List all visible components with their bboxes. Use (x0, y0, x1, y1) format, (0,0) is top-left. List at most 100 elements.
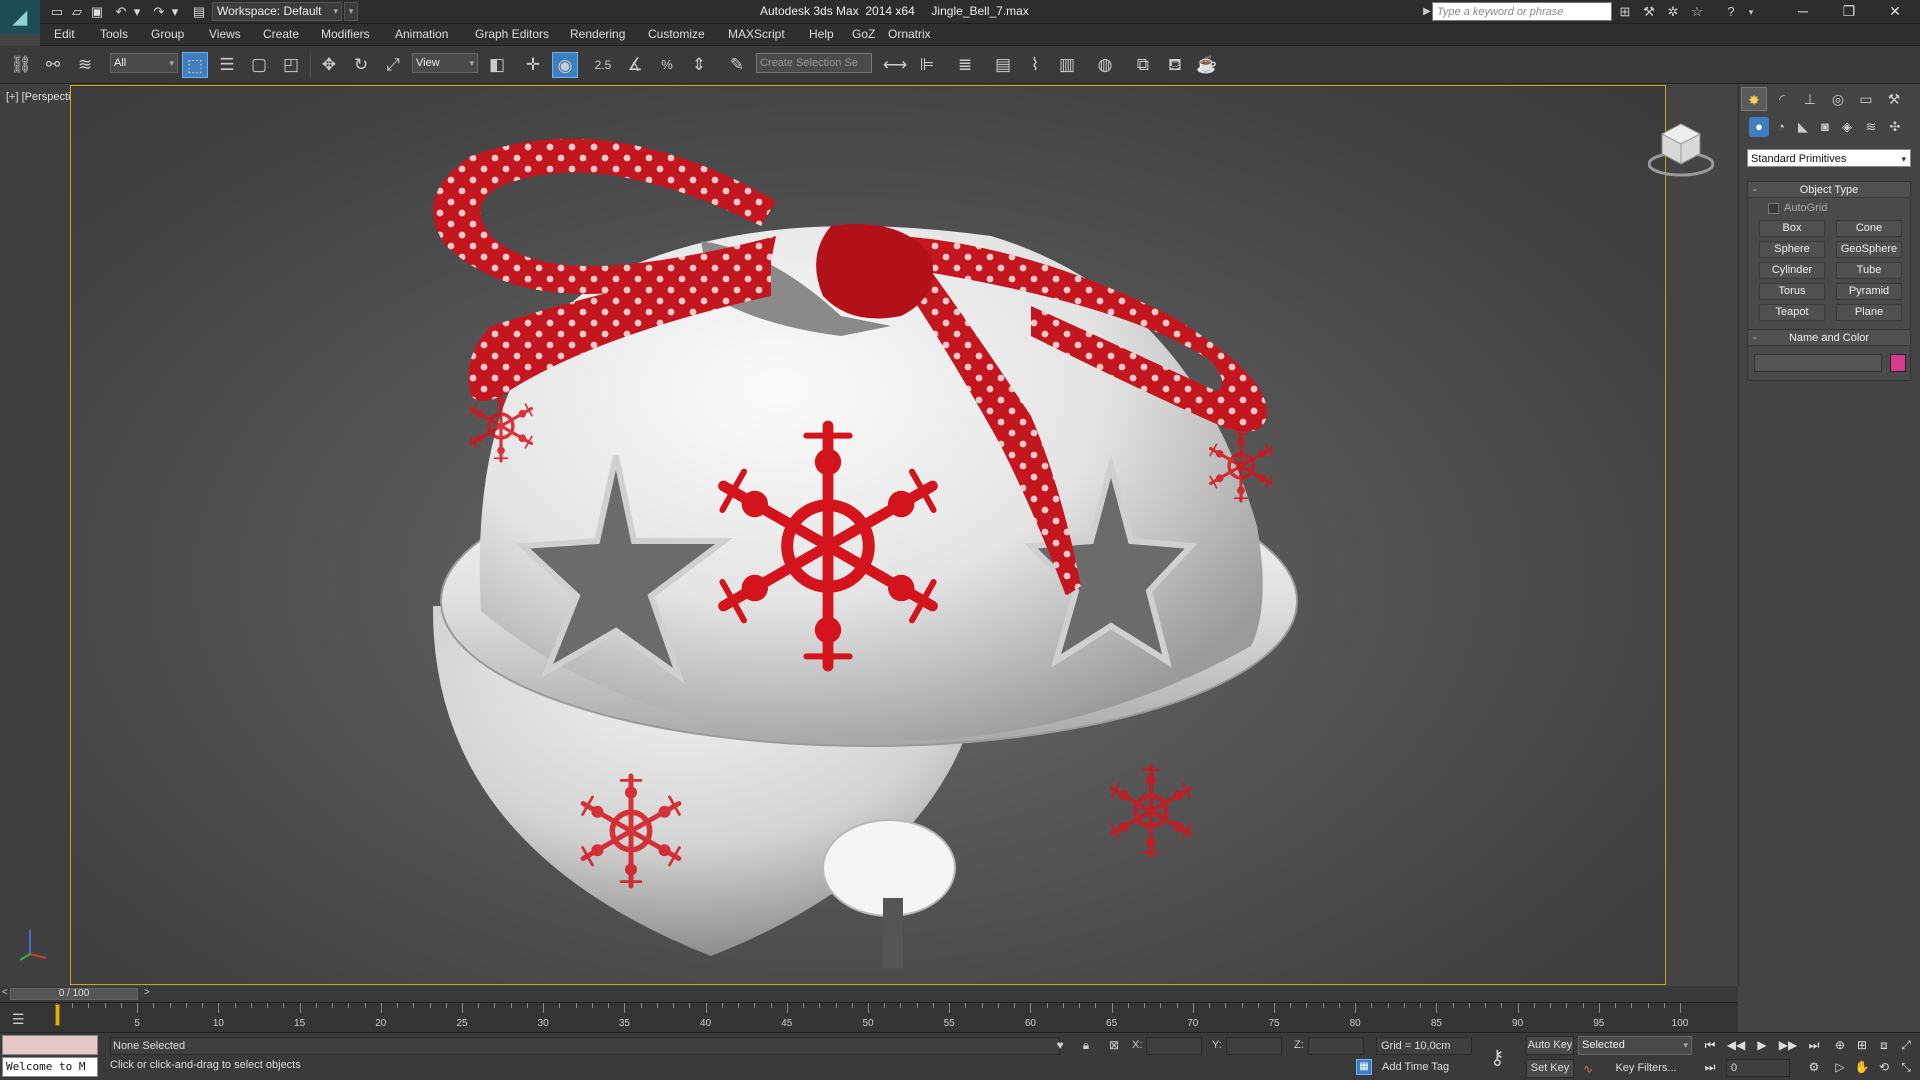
track-bar[interactable]: ☰ 5 10 15 20 25 30 35 40 45 50 55 60 65 70 75 80 85 90 95 1… (0, 1002, 1738, 1032)
select-by-name-icon[interactable]: ☰ (214, 52, 240, 78)
time-slider[interactable]: < 0 / 100 > (0, 986, 1738, 1002)
display-tab-icon[interactable]: ▭ (1853, 87, 1879, 111)
time-slider-thumb[interactable]: 0 / 100 (10, 988, 138, 1000)
add-time-tag-button[interactable]: Add Time Tag (1382, 1061, 1449, 1073)
layer-manager-icon[interactable]: ≣ (952, 52, 978, 78)
angle-snap-icon[interactable]: ∡ (622, 52, 648, 78)
graphite-toggle-icon[interactable]: ▤ (990, 52, 1016, 78)
primitive-category-dropdown[interactable]: Standard Primitives ▾ (1747, 149, 1911, 167)
key-mode-dropdown[interactable]: Selected ▾ (1578, 1036, 1692, 1055)
menu-graph-editors[interactable]: Graph Editors (475, 27, 549, 41)
rectangular-selection-icon[interactable]: ▢ (246, 52, 272, 78)
name-and-color-header[interactable]: - Name and Color (1748, 330, 1910, 346)
render-production-icon[interactable]: ☕ (1194, 52, 1220, 78)
current-frame-input[interactable]: 0 (1726, 1059, 1790, 1077)
save-file-icon[interactable]: ▣ (88, 3, 106, 21)
select-object-icon[interactable]: ⬚ (182, 52, 208, 78)
undo-dropdown-icon[interactable]: ▾ (128, 3, 146, 21)
space-warps-category-icon[interactable]: ≋ (1861, 117, 1881, 137)
previous-frame-icon[interactable]: ◀◀ (1726, 1035, 1746, 1055)
percent-snap-icon[interactable]: % (654, 52, 680, 78)
zoom-all-icon[interactable]: ⊞ (1852, 1035, 1872, 1055)
menu-help[interactable]: Help (809, 27, 834, 41)
next-frame-icon[interactable]: ▶▶ (1778, 1035, 1798, 1055)
menu-goz[interactable]: GoZ (852, 27, 875, 41)
infocenter-search-input[interactable]: Type a keyword or phrase (1432, 2, 1612, 21)
utilities-tab-icon[interactable]: ⚒ (1881, 87, 1907, 111)
rotate-icon[interactable]: ↻ (348, 52, 374, 78)
current-frame-marker[interactable] (55, 1004, 60, 1026)
select-manipulate-icon[interactable]: ✛ (520, 52, 546, 78)
pan-view-icon[interactable]: ✋ (1852, 1057, 1872, 1077)
zoom-icon[interactable]: ⊕ (1830, 1035, 1850, 1055)
open-file-icon[interactable]: ▱ (68, 3, 86, 21)
help-icon[interactable]: ? (1722, 3, 1740, 21)
lights-category-icon[interactable]: ◣ (1793, 117, 1813, 137)
helpers-category-icon[interactable]: ◈ (1837, 117, 1857, 137)
material-editor-icon[interactable]: ◍ (1092, 52, 1118, 78)
binoculars-icon[interactable]: ⊞ (1616, 3, 1634, 21)
favorites-star-icon[interactable]: ☆ (1688, 3, 1706, 21)
window-crossing-icon[interactable]: ◰ (278, 52, 304, 78)
snaps-toggle-icon[interactable]: 2.5 (590, 52, 616, 78)
subscription-icon[interactable]: ⚒ (1640, 3, 1658, 21)
selection-lock-icon[interactable]: 🔒︎ (1078, 1037, 1094, 1053)
menu-ornatrix[interactable]: Ornatrix (888, 27, 931, 41)
object-color-swatch[interactable] (1890, 354, 1906, 372)
workspace-dropdown[interactable]: Workspace: Default ▾ (212, 2, 342, 21)
communication-center-icon[interactable]: ✲ (1664, 3, 1682, 21)
edit-named-selection-icon[interactable]: ✎ (724, 52, 750, 78)
tube-button[interactable]: Tube (1836, 262, 1902, 279)
sphere-button[interactable]: Sphere (1759, 241, 1825, 258)
time-slider-prev-icon[interactable]: < (2, 987, 8, 998)
curve-editor-icon[interactable]: ⌇ (1022, 52, 1048, 78)
autogrid-checkbox[interactable] (1768, 203, 1779, 214)
shapes-category-icon[interactable]: ◔ (1771, 117, 1791, 137)
restore-icon[interactable]: ❐ (1826, 0, 1872, 24)
render-setup-icon[interactable]: ⧉ (1130, 52, 1156, 78)
object-name-input[interactable] (1754, 354, 1882, 372)
isolate-selection-icon[interactable]: ♥ (1052, 1037, 1068, 1053)
rendered-frame-window-icon[interactable]: ⛾ (1162, 52, 1188, 78)
reference-coordinate-dropdown[interactable]: View ▾ (412, 53, 478, 73)
spinner-snap-icon[interactable]: ⇕ (686, 52, 712, 78)
z-coordinate-input[interactable] (1308, 1037, 1364, 1055)
goto-start-icon[interactable]: ⏮ (1700, 1035, 1720, 1055)
minimize-icon[interactable]: ─ (1780, 0, 1826, 24)
box-button[interactable]: Box (1759, 220, 1825, 237)
geosphere-button[interactable]: GeoSphere (1836, 241, 1902, 258)
time-slider-next-icon[interactable]: > (144, 987, 150, 998)
align-icon[interactable]: ⊫ (914, 52, 940, 78)
pyramid-button[interactable]: Pyramid (1836, 283, 1902, 300)
time-tag-icon[interactable]: ▦ (1356, 1059, 1372, 1075)
menu-create[interactable]: Create (263, 27, 299, 41)
default-tangents-icon[interactable]: ∿ (1580, 1061, 1596, 1077)
named-selection-sets-input[interactable]: Create Selection Se (756, 53, 872, 73)
key-mode-toggle-icon[interactable]: ⏭ (1700, 1057, 1720, 1077)
mini-curve-editor-icon[interactable]: ☰ (12, 1011, 25, 1028)
project-folder-icon[interactable]: ▤ (190, 3, 208, 21)
absolute-transform-icon[interactable]: ⊠ (1106, 1037, 1122, 1053)
object-type-header[interactable]: - Object Type (1748, 182, 1910, 198)
bind-space-warp-icon[interactable]: ≋ (72, 52, 98, 78)
move-icon[interactable]: ✥ (316, 52, 342, 78)
teapot-button[interactable]: Teapot (1759, 304, 1825, 321)
selection-filter-dropdown[interactable]: All ▾ (110, 53, 178, 73)
cylinder-button[interactable]: Cylinder (1759, 262, 1825, 279)
menu-edit[interactable]: Edit (54, 27, 75, 41)
geometry-category-icon[interactable]: ● (1749, 117, 1769, 137)
hierarchy-tab-icon[interactable]: ⊥ (1797, 87, 1823, 111)
close-icon[interactable]: ✕ (1872, 0, 1918, 24)
cone-button[interactable]: Cone (1836, 220, 1902, 237)
auto-key-button[interactable]: Auto Key (1526, 1036, 1574, 1055)
schematic-view-icon[interactable]: ▥ (1054, 52, 1080, 78)
menu-animation[interactable]: Animation (395, 27, 448, 41)
app-logo-icon[interactable]: ◢ (0, 0, 40, 34)
x-coordinate-input[interactable] (1146, 1037, 1202, 1055)
link-icon[interactable]: ⛓ (8, 52, 34, 78)
keyboard-shortcut-override-icon[interactable]: ◉ (552, 52, 578, 78)
menu-group[interactable]: Group (151, 27, 184, 41)
orbit-icon[interactable]: ⟲ (1874, 1057, 1894, 1077)
help-dropdown-icon[interactable]: ▾ (1742, 3, 1760, 21)
perspective-viewport[interactable] (70, 85, 1666, 985)
